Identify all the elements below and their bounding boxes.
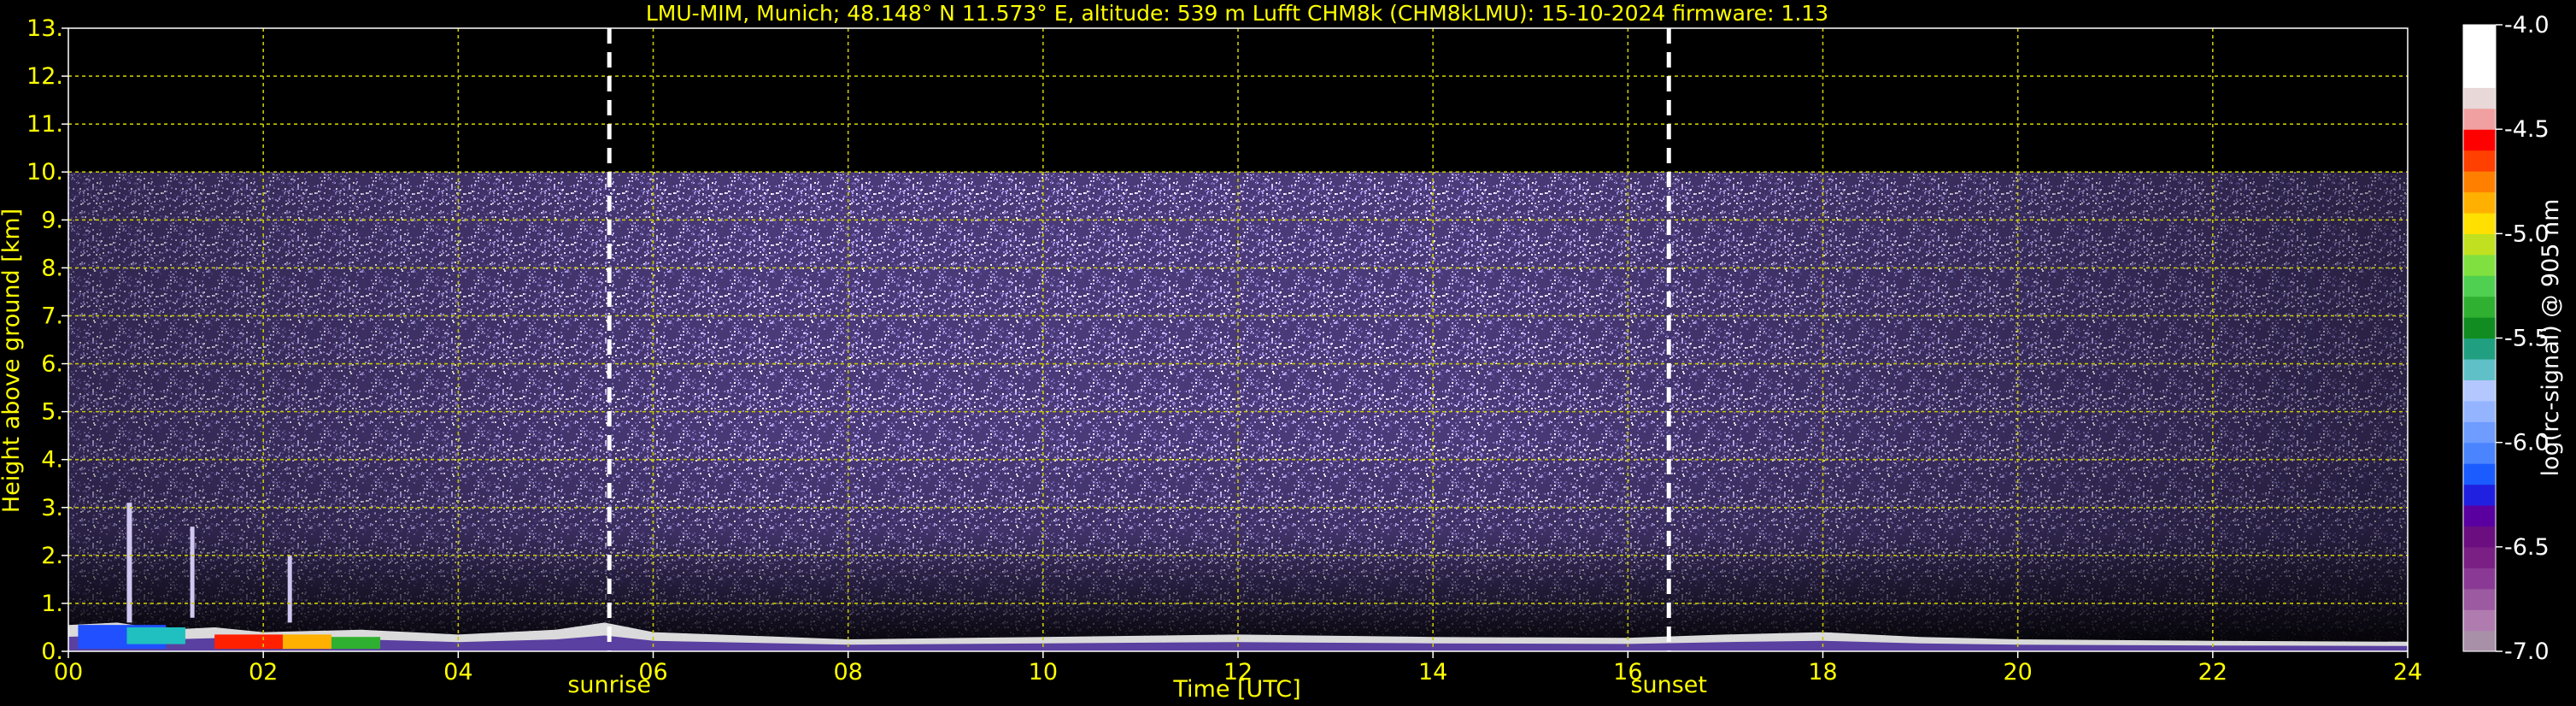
colorbar-segment [2463,609,2496,632]
colorbar-segment [2463,275,2496,297]
x-tick-label: 24 [2393,659,2422,685]
colorbar-segment [2463,630,2496,652]
x-axis-label: Time [UTC] [1172,676,1300,703]
x-tick-label: 18 [1808,659,1837,685]
y-tick-label: 11. [26,111,63,138]
colorbar-segment [2463,568,2496,590]
y-tick-label: 6. [41,351,63,378]
colorbar-segment [2463,526,2496,548]
y-tick-label: 7. [41,303,63,329]
y-tick-label: 1. [41,591,63,617]
x-tick-label: 04 [443,659,472,685]
colorbar-segment [2463,463,2496,485]
y-tick-label: 10. [26,159,63,185]
y-tick-label: 3. [41,495,63,521]
colorbar-segment [2463,296,2496,318]
low-cloud-red [214,634,283,650]
colorbar-tick-label: -4.0 [2504,12,2550,38]
colorbar-segment [2463,504,2496,527]
x-tick-label: 08 [833,659,862,685]
y-tick-label: 5. [41,399,63,426]
colorbar-segment [2463,379,2496,402]
x-tick-label: 20 [2003,659,2032,685]
colorbar-segment [2463,191,2496,214]
low-cloud-orange [282,634,332,650]
y-axis-label: Height above ground [km] [0,209,25,513]
colorbar-segment [2463,546,2496,568]
colorbar-segment [2463,588,2496,610]
colorbar-segment [2463,45,2496,68]
colorbar-segment [2463,254,2496,276]
x-tick-label: 16 [1613,659,1642,685]
colorbar-segment [2463,442,2496,464]
y-tick-label: 0. [41,638,63,665]
y-tick-label: 12. [26,63,63,90]
y-tick-label: 13. [26,15,63,42]
colorbar-tick-label: -7.0 [2504,638,2550,665]
chart-title: LMU-MIM, Munich; 48.148° N 11.573° E, al… [646,1,1828,26]
low-cloud-cyan [126,627,185,644]
y-tick-label: 9. [41,207,63,233]
colorbar-segment [2463,171,2496,193]
colorbar-label: log(rc-signal) @ 905 nm [2538,199,2564,477]
y-tick-label: 4. [41,447,63,474]
colorbar-segment [2463,484,2496,506]
colorbar-segment [2463,233,2496,256]
colorbar-segment [2463,317,2496,339]
colorbar-segment [2463,338,2496,360]
ceilometer-chart: LMU-MIM, Munich; 48.148° N 11.573° E, al… [0,0,2576,706]
colorbar-segment [2463,87,2496,109]
colorbar-segment [2463,66,2496,88]
y-tick-label: 8. [41,255,63,281]
colorbar-tick-label: -4.5 [2504,116,2550,143]
y-tick-label: 2. [41,543,63,569]
colorbar-segment [2463,212,2496,234]
cloud-plume-2 [190,527,195,618]
colorbar-segment [2463,421,2496,444]
x-tick-label: 10 [1029,659,1058,685]
x-tick-label: 02 [249,659,278,685]
colorbar-segment [2463,400,2496,422]
colorbar-segment [2463,25,2496,47]
cloud-plume-1 [126,503,132,623]
low-cloud-green [332,637,381,650]
cloud-plume-3 [287,555,292,623]
colorbar-segment [2463,129,2496,151]
x-tick-label: 14 [1418,659,1447,685]
colorbar-segment [2463,358,2496,380]
colorbar-segment [2463,150,2496,172]
colorbar-segment [2463,108,2496,130]
colorbar-tick-label: -6.5 [2504,534,2550,561]
x-tick-label: 06 [638,659,667,685]
x-tick-label: 22 [2198,659,2227,685]
